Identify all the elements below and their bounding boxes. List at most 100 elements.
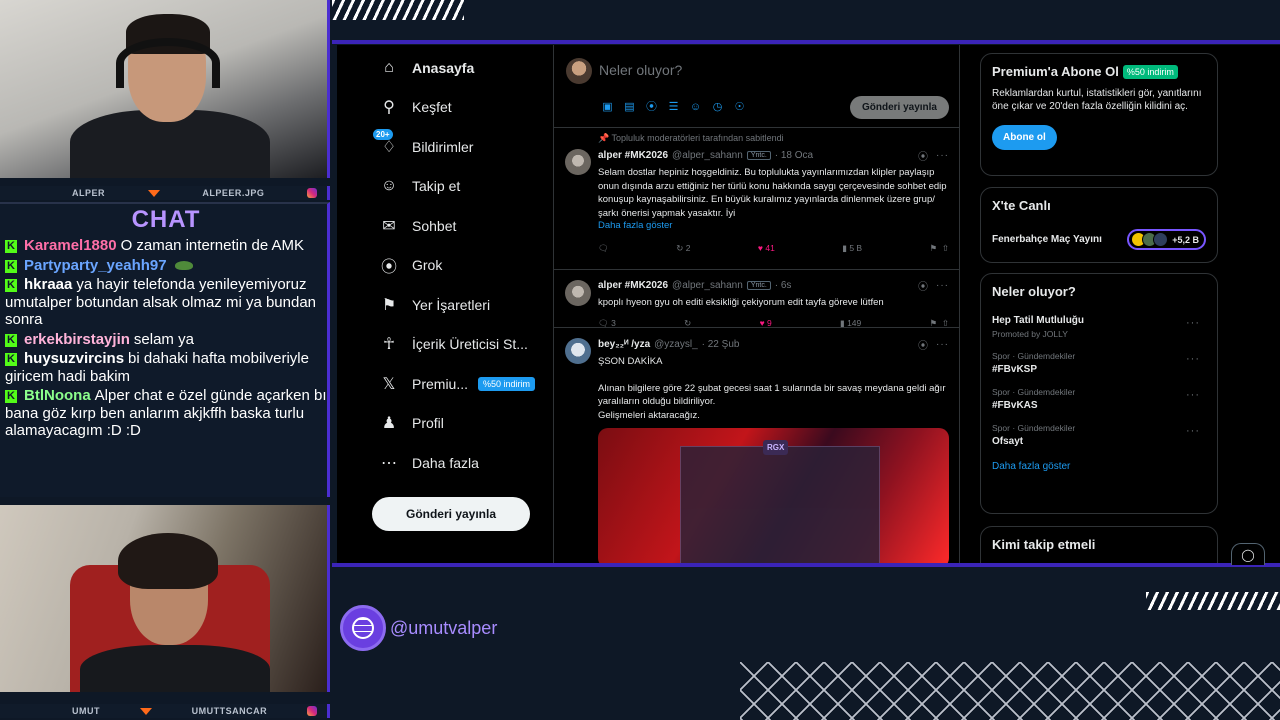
- trend-title: Ofsayt: [992, 436, 1024, 447]
- chat-username: huysuzvircins: [24, 350, 125, 367]
- triangle-icon: [147, 189, 160, 197]
- tweet-headline: ŞSON DAKİKA: [598, 356, 663, 367]
- sidebar-item-profile[interactable]: ♟ Profil: [379, 411, 444, 435]
- cam2-nameplate: UMUT UMUTTSANCAR: [0, 704, 330, 718]
- sidebar-item-home[interactable]: ⌂ Anasayfa: [379, 56, 474, 80]
- more-icon[interactable]: ···: [1186, 353, 1200, 365]
- streamer-body: [80, 645, 270, 692]
- trend-category: Spor · Gündemdekiler: [992, 351, 1076, 361]
- compose-toolbar: ▣ ▤ ⦿ ☰ ☺ ◷ ☉: [601, 101, 746, 114]
- like-count: 41: [765, 243, 775, 253]
- like-icon[interactable]: ♥ 9: [760, 318, 772, 329]
- views-icon[interactable]: ▮ 5 B: [842, 243, 862, 254]
- more-icon[interactable]: ···: [936, 280, 949, 291]
- tweet[interactable]: 📌 Topluluk moderatörleri tarafından sabi…: [554, 128, 959, 270]
- sidebar-item-notifications[interactable]: ♢ 20+ Bildirimler: [373, 129, 473, 159]
- more-icon[interactable]: ···: [936, 339, 949, 350]
- trend-item[interactable]: Spor · Gündemdekiler #FBvKAS ···: [992, 387, 1206, 411]
- repost-icon[interactable]: ↻ 2: [676, 243, 690, 254]
- author-name[interactable]: alper #MK2026: [598, 150, 668, 161]
- sidebar-item-label: Premiu...: [412, 376, 469, 392]
- tweet-time[interactable]: · 18 Oca: [775, 150, 813, 161]
- discount-badge: %50 indirim: [1122, 65, 1178, 79]
- chat-username: BtlNoona: [24, 387, 91, 404]
- trend-title: #FBvKSP: [992, 364, 1038, 375]
- live-listeners-pill[interactable]: +5,2 B: [1127, 229, 1206, 250]
- tweet-text: Alınan bilgilere göre 22 şubat gecesi sa…: [598, 382, 946, 408]
- location-icon[interactable]: ☉: [733, 101, 746, 114]
- subscribe-button[interactable]: Abone ol: [992, 125, 1057, 150]
- schedule-icon[interactable]: ◷: [711, 101, 724, 114]
- tweet-text: kpoplı hyeon gyu oh editi eksikliği çeki…: [598, 297, 884, 308]
- trend-category: Spor · Gündemdekiler: [992, 387, 1076, 397]
- expand-icon[interactable]: ◯: [1231, 543, 1265, 565]
- post-button[interactable]: Gönderi yayınla: [372, 497, 530, 531]
- author-handle[interactable]: @alper_sahann: [672, 280, 743, 291]
- reply-icon[interactable]: 🗨: [598, 243, 609, 254]
- trend-item[interactable]: Spor · Gündemdekiler Ofsayt ···: [992, 423, 1206, 447]
- more-icon[interactable]: ···: [1186, 317, 1200, 329]
- streamer-hair: [118, 533, 218, 589]
- bookmark-icon[interactable]: ⚑ ⇧: [930, 243, 949, 254]
- trend-item[interactable]: Hep Tatil Mutluluğu Promoted by JOLLY ··…: [992, 315, 1206, 339]
- sidebar-item-explore[interactable]: ⚲ Keşfet: [379, 95, 452, 119]
- show-more-trends-link[interactable]: Daha fazla göster: [992, 461, 1206, 472]
- sidebar-item-label: Grok: [412, 257, 443, 273]
- more-icon[interactable]: ···: [936, 150, 949, 161]
- tweet-time[interactable]: · 6s: [775, 280, 792, 291]
- bookmark-icon[interactable]: ⚑ ⇧: [930, 318, 949, 329]
- pinned-text: Topluluk moderatörleri tarafından sabitl…: [611, 133, 784, 143]
- show-more-link[interactable]: Daha fazla göster: [598, 220, 949, 231]
- reply-icon[interactable]: 🗨 3: [598, 318, 616, 329]
- author-name[interactable]: bey₂₂ᴻ /yza: [598, 339, 650, 350]
- compose-input[interactable]: Neler oluyor?: [599, 62, 682, 78]
- author-name[interactable]: alper #MK2026: [598, 280, 668, 291]
- grok-icon[interactable]: ⦿: [918, 278, 928, 293]
- grok-icon[interactable]: ⦿: [918, 148, 928, 163]
- sidebar-item-follow[interactable]: ☺ Takip et: [379, 174, 460, 198]
- trend-category: Spor · Gündemdekiler: [992, 423, 1076, 433]
- home-icon: ⌂: [384, 59, 394, 76]
- tweet-time[interactable]: · 22 Şub: [702, 339, 740, 350]
- instagram-icon: [307, 188, 317, 198]
- poll-icon[interactable]: ☰: [667, 101, 680, 114]
- tweet-text-followup: Gelişmeleri aktaracağız.: [598, 409, 700, 421]
- more-icon[interactable]: ···: [1186, 425, 1200, 437]
- tweet[interactable]: bey₂₂ᴻ /yza @yzaysl_ · 22 Şub ⦿ ··· ŞSON…: [554, 328, 959, 563]
- avatar: [1153, 232, 1169, 247]
- grok-icon[interactable]: ⦿: [645, 101, 658, 114]
- sidebar-item-creator-studio[interactable]: ☥ İçerik Üreticisi St...: [379, 332, 528, 356]
- sidebar-item-premium[interactable]: 𝕏 Premiu... %50 indirim: [379, 372, 536, 396]
- sidebar-item-more[interactable]: ⋯ Daha fazla: [379, 451, 479, 475]
- view-count: 5 B: [849, 243, 863, 253]
- sidebar-item-bookmarks[interactable]: ⚑ Yer İşaretleri: [379, 293, 490, 317]
- sidebar-item-grok[interactable]: ⦿ Grok: [379, 253, 442, 277]
- notification-count-badge: 20+: [373, 129, 393, 140]
- trend-item[interactable]: Spor · Gündemdekiler #FBvKSP ···: [992, 351, 1206, 375]
- grok-icon[interactable]: ⦿: [918, 337, 928, 352]
- repost-icon[interactable]: ↻: [684, 318, 691, 329]
- trends-title: Neler oluyor?: [992, 284, 1076, 299]
- sidebar-item-messages[interactable]: ✉ Sohbet: [379, 214, 456, 238]
- avatar: [566, 58, 592, 84]
- emoji-icon[interactable]: ☺: [689, 101, 702, 114]
- more-icon[interactable]: ···: [1186, 389, 1200, 401]
- gif-icon[interactable]: ▤: [623, 101, 636, 114]
- decorative-diamond-pattern: [740, 662, 1280, 720]
- live-title: X'te Canlı: [992, 198, 1051, 213]
- like-icon[interactable]: ♥ 41: [758, 243, 775, 254]
- sidebar-item-label: Takip et: [412, 178, 461, 194]
- who-to-follow-title: Kimi takip etmeli: [992, 537, 1096, 552]
- image-icon[interactable]: ▣: [601, 101, 614, 114]
- chat-message: Khuysuzvircins bi dahaki hafta mobilveriy…: [5, 350, 327, 385]
- author-handle[interactable]: @yzaysl_: [654, 339, 698, 350]
- author-handle[interactable]: @alper_sahann: [672, 150, 743, 161]
- triangle-icon: [139, 707, 152, 715]
- tweet[interactable]: alper #MK2026 @alper_sahann Yntc. · 6s ⦿…: [554, 270, 959, 328]
- compose-post-button[interactable]: Gönderi yayınla: [849, 96, 949, 119]
- tweet-media[interactable]: RGX: [598, 428, 949, 563]
- chat-message: K BtlNoona Alper chat e özel günde açarken…: [5, 387, 327, 440]
- views-icon[interactable]: ▮ 149: [840, 318, 861, 329]
- kick-badge-icon: K: [5, 333, 17, 347]
- live-event[interactable]: Fenerbahçe Maç Yayını +5,2 B: [992, 229, 1206, 250]
